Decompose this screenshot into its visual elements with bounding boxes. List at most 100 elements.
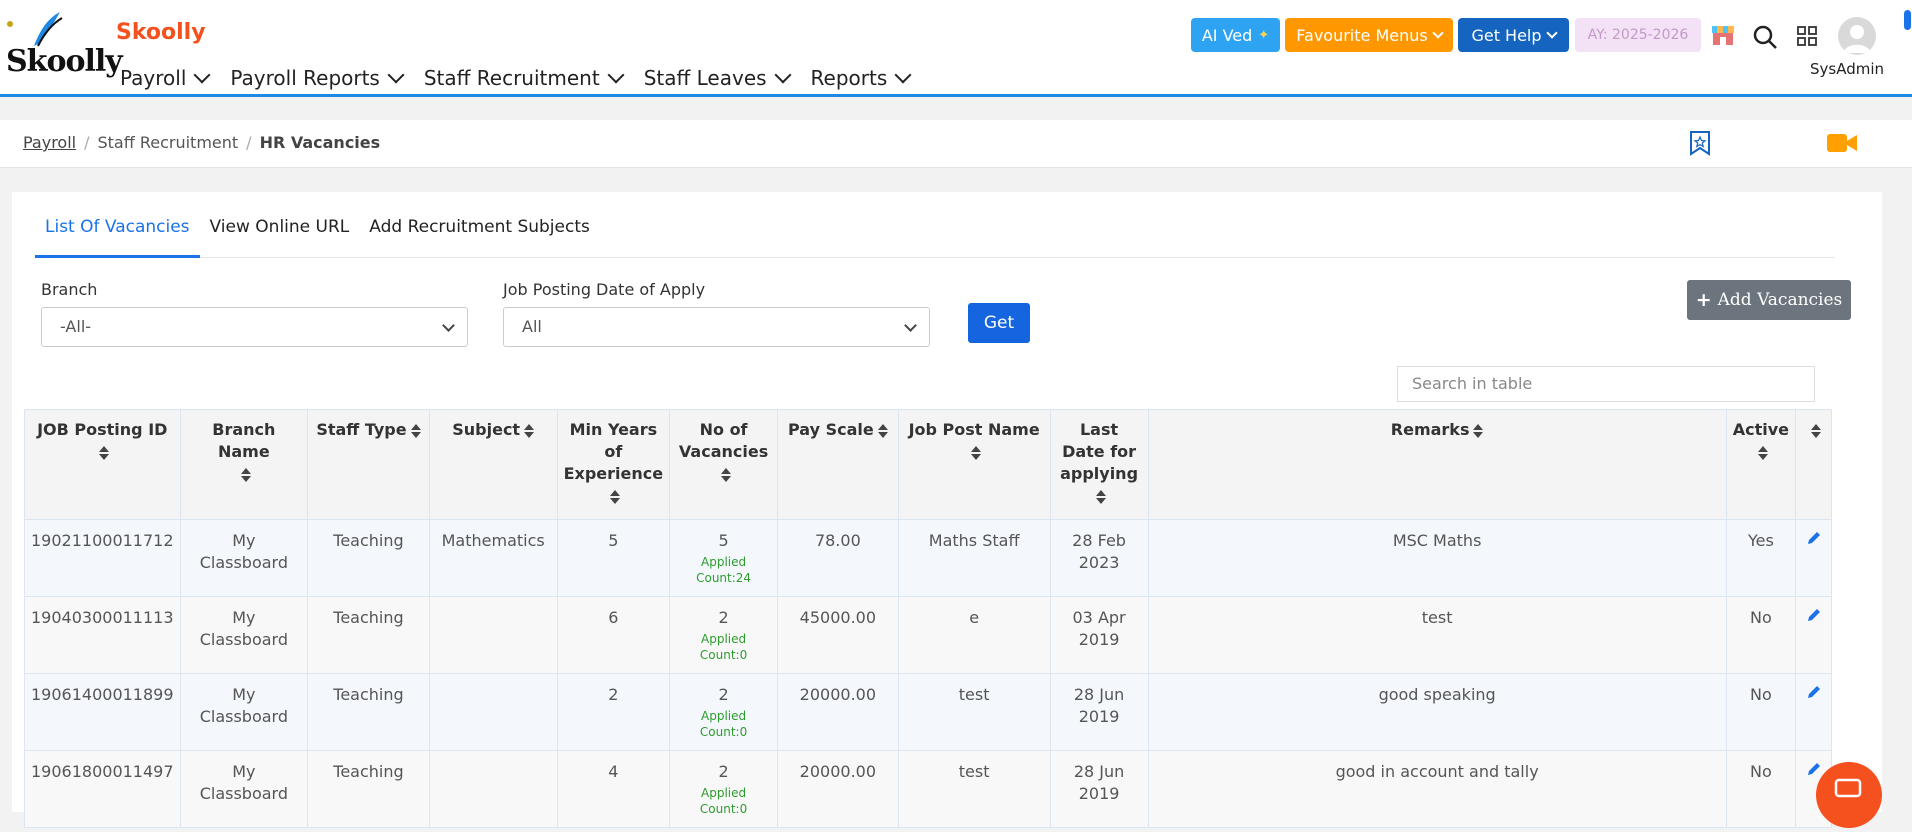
sort-icon bbox=[99, 445, 110, 460]
col-branch-name[interactable]: Branch Name bbox=[179, 409, 309, 520]
col-subject[interactable]: Subject bbox=[428, 409, 558, 520]
sort-icon bbox=[1757, 445, 1768, 460]
col-remarks[interactable]: Remarks bbox=[1147, 409, 1727, 520]
edit-icon[interactable] bbox=[1806, 607, 1822, 623]
edit-icon[interactable] bbox=[1806, 530, 1822, 546]
logo-text: Skoolly bbox=[6, 44, 123, 79]
tab-list-of-vacancies[interactable]: List Of Vacancies bbox=[35, 212, 200, 258]
edit-icon[interactable] bbox=[1806, 684, 1822, 700]
col-job-post-name[interactable]: Job Post Name bbox=[897, 409, 1051, 520]
video-icon[interactable] bbox=[1826, 132, 1858, 154]
nav-payroll[interactable]: Payroll bbox=[120, 66, 211, 90]
user-icon bbox=[1843, 25, 1871, 53]
brand-name: Skoolly bbox=[116, 20, 206, 45]
cell-job-post-name: Maths Staff bbox=[897, 519, 1051, 597]
cell-vacancies: 2 Applied Count:0 bbox=[669, 750, 779, 828]
bookmark-icon[interactable] bbox=[1688, 130, 1712, 156]
cell-vacancies: 5 Applied Count:24 bbox=[669, 519, 779, 597]
table-row: 19040300011113 My Classboard Teaching 6 2 App… bbox=[24, 596, 1832, 674]
table-row: 19021100011712 My Classboard Teaching Mathe… bbox=[24, 519, 1832, 597]
nav-payroll-reports[interactable]: Payroll Reports bbox=[230, 66, 405, 90]
cell-last-date: 28 Feb 2023 bbox=[1049, 519, 1149, 597]
col-job-posting-id[interactable]: JOB Posting ID bbox=[24, 409, 181, 520]
table-search-input[interactable]: Search in table bbox=[1397, 366, 1815, 402]
cell-remarks: good in account and tally bbox=[1147, 750, 1727, 828]
tab-view-online-url[interactable]: View Online URL bbox=[200, 212, 360, 258]
store-icon[interactable] bbox=[1711, 24, 1735, 46]
cell-pay-scale: 20000.00 bbox=[777, 673, 899, 751]
cell-subject bbox=[428, 596, 558, 674]
sort-icon bbox=[410, 423, 421, 438]
col-no-of-vacancies[interactable]: No of Vacancies bbox=[669, 409, 779, 520]
col-active[interactable]: Active bbox=[1725, 409, 1797, 520]
cell-staff-type: Teaching bbox=[307, 750, 430, 828]
vacancies-table: JOB Posting ID Branch Name Staff Type Su… bbox=[24, 409, 1832, 828]
breadcrumb-separator: / bbox=[246, 133, 252, 152]
sort-icon bbox=[524, 423, 535, 438]
cell-subject bbox=[428, 673, 558, 751]
nav-reports[interactable]: Reports bbox=[811, 66, 912, 90]
ai-ved-button[interactable]: AI Ved ✦ bbox=[1191, 18, 1280, 52]
get-help-button[interactable]: Get Help bbox=[1458, 18, 1569, 52]
chat-button[interactable] bbox=[1816, 762, 1882, 828]
cell-actions bbox=[1795, 519, 1832, 597]
col-last-date[interactable]: Last Date for applying bbox=[1049, 409, 1149, 520]
cell-branch-name: My Classboard bbox=[179, 596, 309, 674]
sort-icon bbox=[971, 445, 982, 460]
table-row: 19061400011899 My Classboard Teaching 2 2 App… bbox=[24, 673, 1832, 751]
plus-icon: + bbox=[1695, 289, 1712, 311]
nav-staff-leaves[interactable]: Staff Leaves bbox=[644, 66, 792, 90]
col-min-years-experience[interactable]: Min Years of Experience bbox=[556, 409, 671, 520]
breadcrumb: Payroll / Staff Recruitment / HR Vacanci… bbox=[23, 133, 380, 152]
chevron-down-icon bbox=[193, 66, 211, 84]
cell-remarks: MSC Maths bbox=[1147, 519, 1727, 597]
cell-active: No bbox=[1725, 673, 1797, 751]
cell-actions bbox=[1795, 596, 1832, 674]
cell-job-posting-id: 19040300011113 bbox=[24, 596, 181, 674]
cell-branch-name: My Classboard bbox=[179, 750, 309, 828]
chevron-down-icon bbox=[387, 66, 405, 84]
tab-add-recruitment-subjects[interactable]: Add Recruitment Subjects bbox=[359, 212, 600, 258]
chevron-down-icon bbox=[1432, 27, 1444, 39]
logo[interactable]: Skoolly bbox=[4, 10, 123, 86]
cell-pay-scale: 78.00 bbox=[777, 519, 899, 597]
apps-grid-icon[interactable] bbox=[1797, 26, 1817, 46]
cell-staff-type: Teaching bbox=[307, 673, 430, 751]
sort-icon bbox=[1810, 423, 1821, 438]
avatar[interactable] bbox=[1838, 17, 1876, 55]
cell-active: Yes bbox=[1725, 519, 1797, 597]
cell-min-experience: 2 bbox=[556, 673, 671, 751]
cell-job-posting-id: 19021100011712 bbox=[24, 519, 181, 597]
cell-subject bbox=[428, 750, 558, 828]
table-body: 19021100011712 My Classboard Teaching Mathe… bbox=[24, 519, 1832, 828]
breadcrumb-bar: Payroll / Staff Recruitment / HR Vacanci… bbox=[0, 120, 1912, 168]
cell-staff-type: Teaching bbox=[307, 519, 430, 597]
applied-count: Applied Count:0 bbox=[699, 632, 748, 662]
branch-select[interactable]: -All- bbox=[41, 307, 468, 347]
cell-remarks: good speaking bbox=[1147, 673, 1727, 751]
col-pay-scale[interactable]: Pay Scale bbox=[777, 409, 899, 520]
cell-staff-type: Teaching bbox=[307, 596, 430, 674]
top-header: Skoolly Skoolly Payroll Payroll Reports … bbox=[0, 0, 1912, 97]
col-actions[interactable] bbox=[1795, 409, 1832, 520]
chat-icon bbox=[1834, 778, 1862, 798]
username[interactable]: SysAdmin bbox=[1810, 60, 1884, 78]
academic-year-badge[interactable]: AY: 2025-2026 bbox=[1575, 18, 1701, 52]
cell-job-posting-id: 19061800011497 bbox=[24, 750, 181, 828]
nav-staff-recruitment[interactable]: Staff Recruitment bbox=[424, 66, 625, 90]
chevron-down-icon bbox=[442, 319, 455, 332]
cell-active: No bbox=[1725, 596, 1797, 674]
sort-icon bbox=[1473, 423, 1484, 438]
scrollbar-thumb[interactable] bbox=[1904, 10, 1911, 30]
breadcrumb-payroll[interactable]: Payroll bbox=[23, 133, 76, 152]
col-staff-type[interactable]: Staff Type bbox=[307, 409, 430, 520]
job-posting-date-select[interactable]: All bbox=[503, 307, 930, 347]
applied-count: Applied Count:0 bbox=[699, 786, 748, 816]
cell-active: No bbox=[1725, 750, 1797, 828]
chevron-down-icon bbox=[774, 66, 792, 84]
get-button[interactable]: Get bbox=[968, 303, 1030, 343]
add-vacancies-button[interactable]: + Add Vacancies bbox=[1687, 280, 1851, 320]
cell-branch-name: My Classboard bbox=[179, 673, 309, 751]
search-icon[interactable] bbox=[1752, 24, 1778, 50]
favourite-menus-button[interactable]: Favourite Menus bbox=[1285, 18, 1453, 52]
